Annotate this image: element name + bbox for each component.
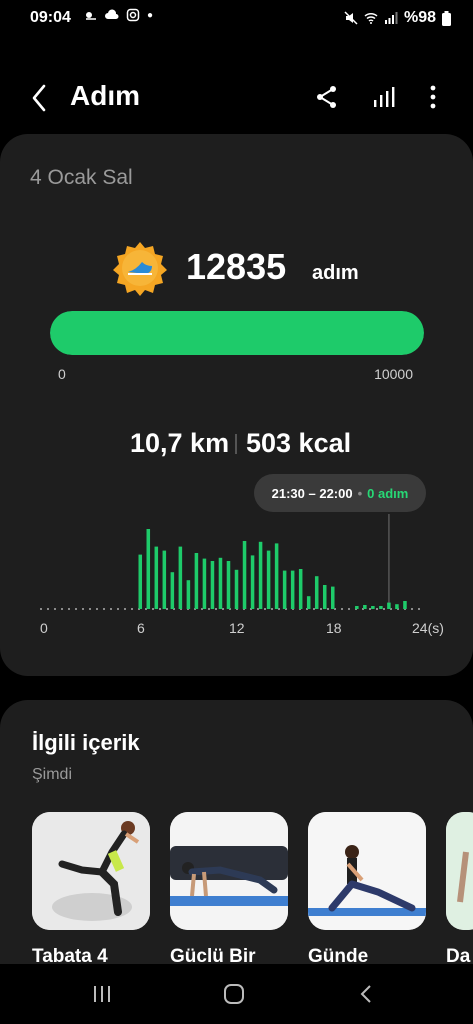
battery-icon xyxy=(442,10,451,26)
mute-icon xyxy=(344,11,358,25)
x-tick-label: 0 xyxy=(40,620,48,636)
chart-bar xyxy=(242,541,247,609)
step-count: 12835 xyxy=(186,246,287,287)
goal-achieved-badge-icon xyxy=(113,242,167,296)
step-unit: adım xyxy=(312,262,359,284)
goal-progress-fill xyxy=(50,311,424,355)
weather-icon xyxy=(86,12,96,20)
content-thumbnail[interactable] xyxy=(170,812,288,930)
chart-tooltip: 21:30 – 22:00 • 0 adım xyxy=(254,474,426,512)
chart-bar xyxy=(250,555,255,609)
system-navigation-bar xyxy=(0,964,473,1024)
notification-icons: ● xyxy=(84,8,153,22)
chart-bar xyxy=(371,606,375,609)
chart-bar xyxy=(146,529,151,609)
chart-bar xyxy=(298,569,303,609)
section-title: İlgili içerik xyxy=(32,730,140,755)
chart-bar xyxy=(355,606,359,609)
chart-bar xyxy=(306,596,311,609)
share-icon[interactable] xyxy=(312,82,342,112)
signal-icon xyxy=(384,12,398,24)
status-right: %98 xyxy=(344,9,451,27)
instagram-icon xyxy=(126,8,140,22)
tooltip-time: 21:30 – 22:00 xyxy=(271,485,353,501)
battery-text: %98 xyxy=(403,9,436,26)
trends-chart-icon[interactable] xyxy=(370,82,400,112)
chart-bar xyxy=(282,570,287,609)
section-subtitle: Şimdi xyxy=(32,766,73,783)
workout-image xyxy=(170,812,288,930)
related-content-card: İlgili içerik Şimdi Tabata 4 Güclü Bir G… xyxy=(0,700,473,980)
chart-bar xyxy=(154,546,159,609)
chart-bar xyxy=(387,602,391,609)
x-tick-label: 12 xyxy=(229,620,245,636)
more-options-icon[interactable] xyxy=(418,82,448,112)
chart-bar xyxy=(194,553,199,609)
chart-bar xyxy=(395,604,399,609)
chart-bar xyxy=(258,541,263,609)
app-header: Adım xyxy=(0,70,473,126)
chart-bar xyxy=(162,550,167,609)
chart-bar xyxy=(178,546,183,609)
chart-bar xyxy=(234,569,239,609)
chart-bar xyxy=(138,554,143,609)
progress-goal-label: 10000 xyxy=(374,366,413,382)
chart-bar xyxy=(322,585,327,609)
chart-bar xyxy=(170,572,175,609)
calories-value: 503 kcal xyxy=(246,428,352,458)
chart-bar xyxy=(274,543,279,609)
status-time: 09:04 xyxy=(30,9,71,26)
home-icon[interactable] xyxy=(222,982,246,1006)
progress-min-label: 0 xyxy=(58,366,66,382)
chart-bar xyxy=(379,606,383,609)
x-tick-label: 6 xyxy=(137,620,145,636)
chart-bar xyxy=(290,570,295,609)
chart-bar xyxy=(403,601,407,609)
chart-bar xyxy=(226,561,231,609)
wifi-icon xyxy=(364,12,378,24)
page-title: Adım xyxy=(70,80,140,111)
chart-bar xyxy=(266,550,271,609)
workout-image xyxy=(446,812,473,930)
chart-bar xyxy=(210,561,215,609)
recent-apps-icon[interactable] xyxy=(90,982,114,1006)
workout-image xyxy=(32,812,150,930)
stat-divider xyxy=(235,434,237,454)
tooltip-dot: • xyxy=(357,485,363,501)
back-arrow-icon[interactable] xyxy=(26,82,54,114)
content-thumbnail[interactable] xyxy=(32,812,150,930)
chart-bar xyxy=(330,586,335,609)
tooltip-value: 0 adım xyxy=(367,485,409,501)
nav-back-icon[interactable] xyxy=(355,982,379,1006)
goal-progress-bar xyxy=(50,311,424,355)
chart-bar xyxy=(363,605,367,609)
x-tick-label: 24(s) xyxy=(412,620,444,636)
chart-bar xyxy=(202,558,207,609)
cloud-icon xyxy=(105,9,119,19)
date-label: 4 Ocak Sal xyxy=(30,166,133,189)
content-thumbnail[interactable] xyxy=(308,812,426,930)
steps-summary-card: 4 Ocak Sal 12835 adım 0 10000 10,7 km 50… xyxy=(0,134,473,676)
chart-bar xyxy=(186,580,191,609)
workout-image xyxy=(308,812,426,930)
chart-bar xyxy=(218,557,223,609)
status-bar: 09:04 ● %98 xyxy=(0,0,473,36)
distance-value: 10,7 km xyxy=(130,428,230,458)
chart-bar xyxy=(314,576,319,609)
x-tick-label: 18 xyxy=(326,620,342,636)
content-thumbnail[interactable] xyxy=(446,812,473,930)
dot-icon: ● xyxy=(147,9,154,21)
